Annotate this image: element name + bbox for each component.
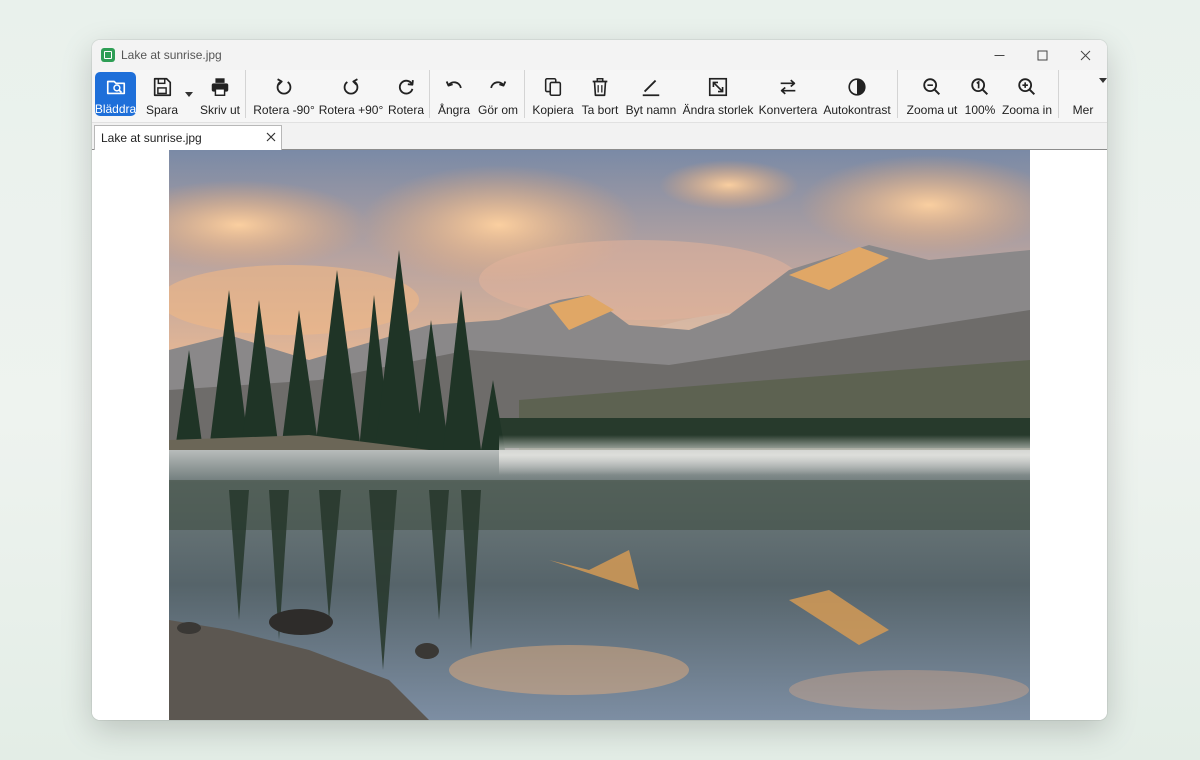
browse-label: Bläddra [94,102,137,116]
minimize-icon [994,54,1005,56]
zoom-actual-size-icon [971,78,989,96]
rotate-label: Rotera [387,103,425,117]
close-button[interactable] [1064,40,1107,70]
more-button[interactable]: Mer [1066,70,1107,122]
rename-pen-icon [642,79,660,97]
more-icon [1072,76,1107,98]
rotate-icon [398,79,414,95]
rotate-right-icon [343,78,359,95]
close-icon [1080,50,1091,60]
zoom-in-button[interactable]: Zooma in [1000,70,1054,122]
tab-strip: Lake at sunrise.jpg [92,123,1107,150]
redo-icon [490,81,507,89]
contrast-icon [848,78,866,96]
trash-icon [592,78,608,97]
maximize-icon [1037,50,1048,60]
minimize-button[interactable] [978,40,1021,70]
rotate-left-label: Rotera -90° [253,103,315,117]
autocontrast-label: Autokontrast [823,103,891,117]
tab-close-icon[interactable] [265,131,277,143]
zoom-in-icon [1018,78,1036,96]
undo-label: Ångra [437,103,471,117]
copy-label: Kopiera [532,103,574,117]
zoom-level-label: 100% [964,103,996,117]
title-bar[interactable]: Lake at sunrise.jpg [92,40,1107,70]
delete-label: Ta bort [581,103,619,117]
undo-button[interactable]: Ångra [436,70,472,122]
save-label: Spara [145,103,179,117]
redo-label: Gör om [477,103,518,117]
copy-button[interactable]: Kopiera [532,70,574,122]
rotate-button[interactable]: Rotera [387,70,425,122]
delete-button[interactable]: Ta bort [580,70,620,122]
rotate-right-button[interactable]: Rotera +90° [318,70,384,122]
rename-button[interactable]: Byt namn [625,70,677,122]
tab-image-file[interactable]: Lake at sunrise.jpg [94,125,282,150]
resize-button[interactable]: Ändra storlek [683,70,753,122]
print-label: Skriv ut [199,103,240,117]
rotate-left-icon [276,78,292,95]
toolbar-separator [524,70,525,118]
window-title: Lake at sunrise.jpg [121,48,222,62]
browse-button[interactable]: Bläddra [95,72,136,116]
zoom-in-label: Zooma in [1001,103,1053,117]
lake-sunrise-photo [169,150,1030,720]
zoom-out-label: Zooma ut [906,103,958,117]
toolbar-separator [1058,70,1059,118]
rename-label: Byt namn [625,103,677,117]
convert-arrows-icon [780,79,796,95]
printer-icon [211,78,229,96]
zoom-out-icon [923,78,941,96]
zoom-out-button[interactable]: Zooma ut [904,70,960,122]
resize-label: Ändra storlek [682,103,754,117]
undo-icon [445,81,462,89]
browse-folder-icon [106,80,125,95]
toolbar-separator [429,70,430,118]
resize-icon [708,77,728,97]
maximize-button[interactable] [1021,40,1064,70]
convert-button[interactable]: Konvertera [759,70,817,122]
autocontrast-button[interactable]: Autokontrast [823,70,891,122]
convert-label: Konvertera [758,103,818,117]
redo-button[interactable]: Gör om [476,70,520,122]
print-button[interactable]: Skriv ut [198,70,242,122]
save-dropdown-icon[interactable] [185,92,193,97]
save-icon [153,77,172,97]
toolbar-separator [897,70,898,118]
tab-label: Lake at sunrise.jpg [101,131,202,145]
window-controls [978,40,1107,70]
more-label: Mer [1072,103,1094,117]
copy-icon [544,77,562,97]
rotate-right-label: Rotera +90° [318,103,384,117]
toolbar: Bläddra Spara Skriv ut Rotera -90° Roter… [92,70,1107,123]
save-button[interactable]: Spara [142,70,182,122]
image-canvas[interactable] [92,150,1107,720]
image-viewer-window: Lake at sunrise.jpg Bläddra Spara Skriv … [92,40,1107,720]
zoom-100-button[interactable]: 100% [963,70,997,122]
app-icon [101,48,115,62]
rotate-left-button[interactable]: Rotera -90° [252,70,316,122]
toolbar-separator [245,70,246,118]
